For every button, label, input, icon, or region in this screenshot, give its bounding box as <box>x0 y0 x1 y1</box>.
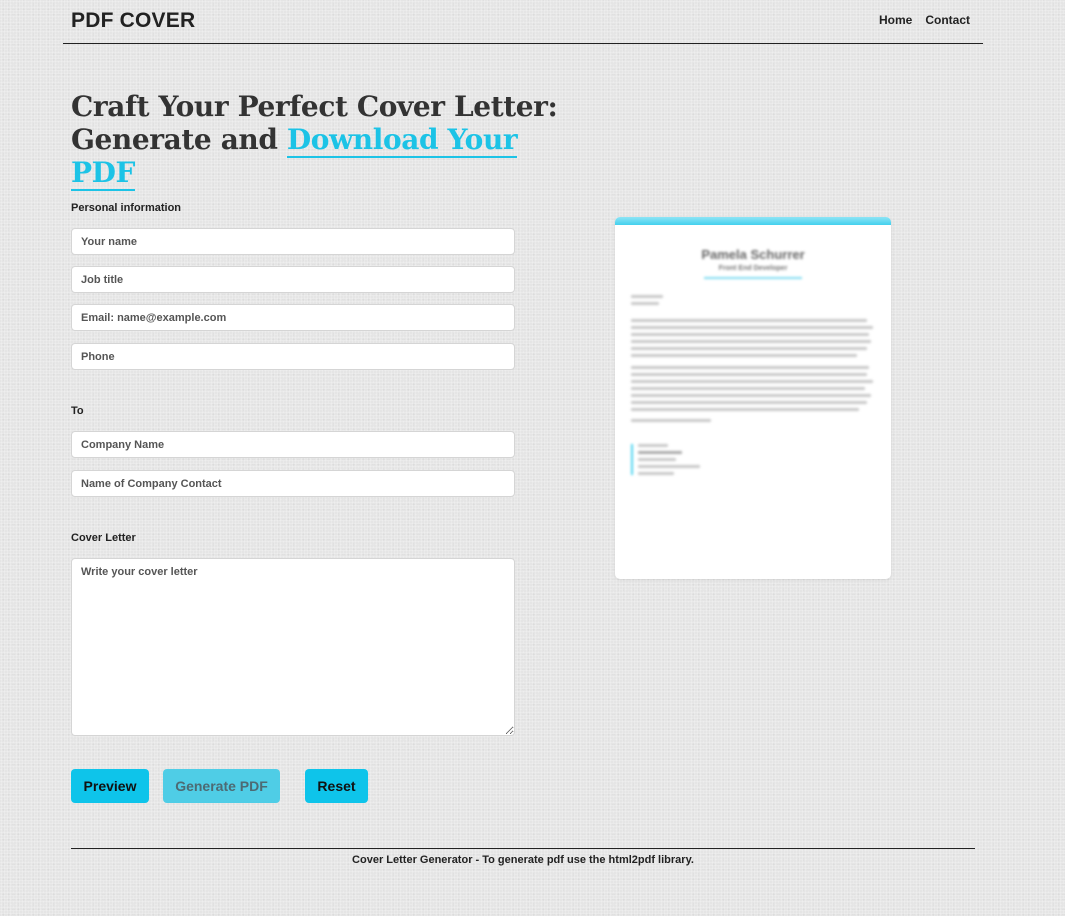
nav-link-home[interactable]: Home <box>879 13 912 27</box>
cover-letter-preview: Pamela Schurrer Front End Developer <box>615 217 891 579</box>
personal-info-label: Personal information <box>71 202 182 214</box>
preview-job-title: Front End Developer <box>718 265 788 272</box>
preview-button[interactable]: Preview <box>71 769 149 803</box>
page-title: Craft Your Perfect Cover Letter: Generat… <box>71 90 571 191</box>
preview-name: Pamela Schurrer <box>701 247 805 262</box>
name-input[interactable] <box>71 228 515 255</box>
footer-divider <box>71 848 975 849</box>
navbar: PDF COVER Home Contact <box>63 0 983 44</box>
preview-accent-bar <box>615 217 891 225</box>
job-title-input[interactable] <box>71 266 515 293</box>
title-line-1: Craft Your Perfect Cover Letter: <box>71 90 558 123</box>
cover-letter-label: Cover Letter <box>71 532 136 544</box>
nav-links: Home Contact <box>879 13 970 27</box>
preview-paragraph-2 <box>631 366 875 411</box>
preview-recipient-block <box>631 295 875 305</box>
preview-paragraph-1 <box>631 319 875 357</box>
preview-signature-block <box>631 444 875 475</box>
cover-letter-textarea[interactable] <box>71 558 515 736</box>
footer-text: Cover Letter Generator - To generate pdf… <box>352 854 694 866</box>
title-line-2-prefix: Generate and <box>71 123 287 156</box>
reset-button[interactable]: Reset <box>305 769 368 803</box>
phone-input[interactable] <box>71 343 515 370</box>
email-input[interactable] <box>71 304 515 331</box>
company-name-input[interactable] <box>71 431 515 458</box>
preview-content: Pamela Schurrer Front End Developer <box>615 247 891 475</box>
to-label: To <box>71 405 84 417</box>
preview-closing <box>631 419 875 422</box>
preview-divider <box>704 277 802 279</box>
brand-logo[interactable]: PDF COVER <box>71 9 195 33</box>
company-contact-input[interactable] <box>71 470 515 497</box>
nav-link-contact[interactable]: Contact <box>925 13 970 27</box>
generate-pdf-button[interactable]: Generate PDF <box>163 769 280 803</box>
